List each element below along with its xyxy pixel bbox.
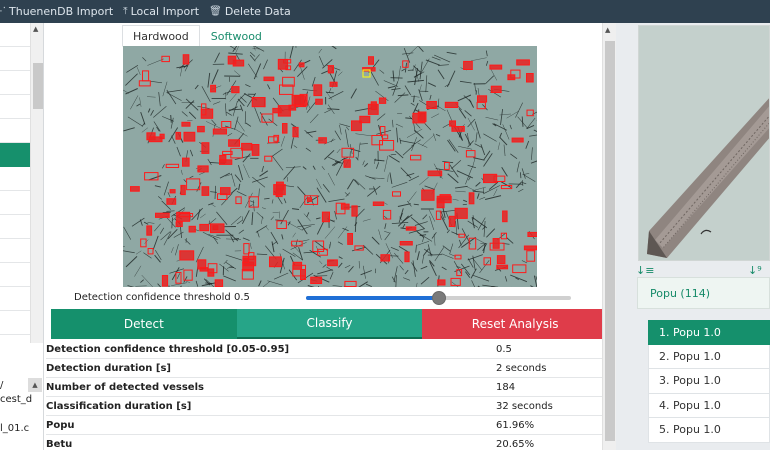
table-row: Number of detected vessels 184 (46, 378, 602, 397)
left-scrollbar[interactable]: ▲ (30, 23, 43, 343)
scroll-up-icon[interactable]: ▲ (28, 378, 42, 392)
list-item[interactable]: 1. Popu 1.0 (648, 320, 770, 345)
tab-hardwood[interactable]: Hardwood (122, 25, 200, 47)
local-import-button[interactable]: ⤒ Local Import (123, 5, 199, 18)
list-item[interactable]: 4. Popu 1.0 (648, 393, 770, 418)
center-scrollbar-thumb[interactable] (605, 41, 615, 441)
table-row: Detection duration [s] 2 seconds (46, 359, 602, 378)
path-line: / (0, 380, 4, 391)
result-value: 2 seconds (496, 362, 547, 374)
dots-icon: ⋰ (0, 6, 6, 17)
center-scrollbar[interactable]: ▲ (602, 23, 616, 450)
result-key: Popu (46, 419, 75, 431)
thuenendb-import-label: ThuenenDB Import (9, 5, 114, 18)
wood-type-tabs: Hardwood Softwood (122, 25, 273, 47)
result-key: Number of detected vessels (46, 381, 204, 393)
top-toolbar: ⋰ ThuenenDB Import ⤒ Local Import 🗑 Dele… (0, 0, 770, 23)
vessel-detail-panel: ↓≡ ↓⁹ Popu (114) 1. Popu 1.0 2. Popu 1.0… (630, 23, 770, 450)
slider-fill (306, 296, 439, 300)
result-key: Classification duration [s] (46, 400, 192, 412)
list-item[interactable]: 3. Popu 1.0 (648, 369, 770, 394)
result-value: 184 (496, 381, 516, 393)
threshold-label: Detection confidence threshold 0.5 (74, 292, 250, 303)
local-import-label: Local Import (130, 5, 200, 18)
result-value: 32 seconds (496, 400, 553, 412)
sort-numeric-icon[interactable]: ↓⁹ (748, 264, 762, 277)
left-scrollbar-thumb[interactable] (33, 63, 43, 109)
tab-softwood[interactable]: Softwood (200, 25, 273, 47)
trash-icon: 🗑 (209, 6, 222, 17)
sort-controls: ↓≡ ↓⁹ (630, 264, 770, 278)
threshold-slider[interactable] (306, 290, 571, 306)
slider-knob[interactable] (431, 291, 446, 305)
list-item[interactable]: 5. Popu 1.0 (648, 418, 770, 443)
delete-data-button[interactable]: 🗑 Delete Data (209, 5, 291, 18)
result-value: 61.96% (496, 419, 535, 431)
micrograph-image (123, 46, 537, 287)
scroll-up-icon[interactable]: ▲ (33, 25, 38, 33)
result-key: Detection duration [s] (46, 362, 171, 374)
species-group-header[interactable]: Popu (114) (637, 277, 770, 309)
classify-button[interactable]: Classify (236, 309, 423, 339)
result-key: Detection confidence threshold [0.05-0.9… (46, 343, 290, 355)
results-table: Detection confidence threshold [0.05-0.9… (46, 340, 602, 450)
prediction-list: 1. Popu 1.0 2. Popu 1.0 3. Popu 1.0 4. P… (648, 320, 770, 443)
vessel-preview-drawing (639, 26, 769, 260)
result-key: Betu (46, 438, 73, 450)
table-row: Betu 20.65% (46, 435, 602, 450)
vessel-preview-image (638, 25, 770, 261)
sample-list-panel: ▲ ▲ / cest_d l_01.c (0, 23, 44, 450)
table-row: Classification duration [s] 32 seconds (46, 397, 602, 416)
delete-data-label: Delete Data (224, 5, 291, 18)
table-row: Detection confidence threshold [0.05-0.9… (46, 340, 602, 359)
result-value: 0.5 (496, 343, 512, 355)
result-value: 20.65% (496, 438, 535, 450)
reset-analysis-button[interactable]: Reset Analysis (422, 309, 609, 339)
list-item[interactable]: 2. Popu 1.0 (648, 344, 770, 369)
upload-icon: ⤒ (123, 6, 128, 17)
path-line: l_01.c (0, 423, 30, 434)
scroll-up-icon[interactable]: ▲ (605, 26, 610, 34)
path-line: cest_d (0, 394, 33, 405)
detection-overlay (123, 46, 537, 287)
detect-button[interactable]: Detect (51, 309, 237, 339)
table-row: Popu 61.96% (46, 416, 602, 435)
thuenendb-import-button[interactable]: ⋰ ThuenenDB Import (0, 5, 113, 18)
action-buttons: Detect Classify Reset Analysis (51, 309, 609, 339)
sort-descending-icon[interactable]: ↓≡ (636, 264, 654, 277)
analysis-panel: Hardwood Softwood Detection confidence t… (44, 23, 616, 450)
species-group-label: Popu (114) (650, 286, 711, 300)
